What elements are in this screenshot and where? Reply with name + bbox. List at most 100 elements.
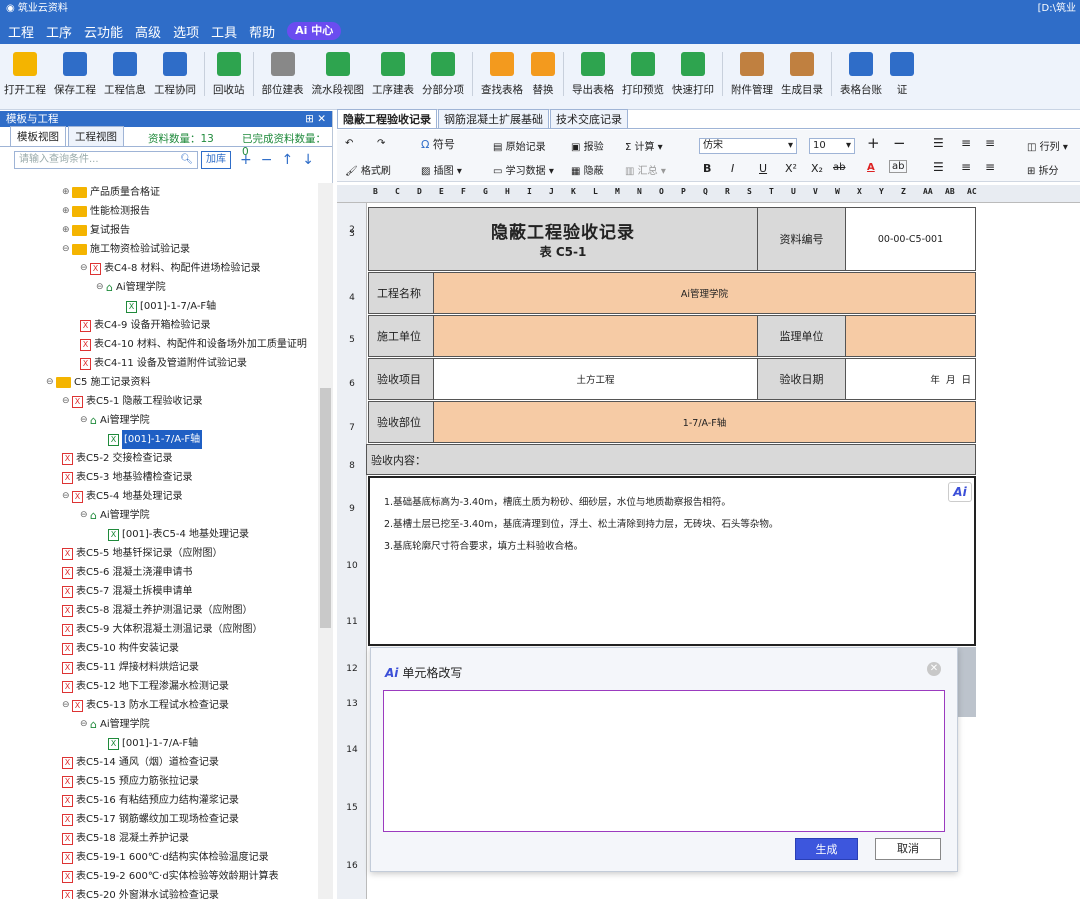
column-label[interactable]: O	[659, 187, 664, 196]
column-label[interactable]: Y	[879, 187, 884, 196]
tree-item[interactable]: X 表C5-5 地基钎探记录（应附图）	[62, 544, 223, 563]
content-cell[interactable]: 1.基础基底标高为-3.40m，槽底土质为粉砂、细砂层，水位与地质勘察报告相符。…	[368, 476, 976, 646]
tree-item[interactable]: ⊖ 施工物资检验试验记录	[62, 240, 190, 259]
search-input[interactable]: 请输入查询条件... 🔍︎	[14, 151, 198, 169]
column-label[interactable]: I	[527, 187, 532, 196]
toolbar-button-0[interactable]: 打开工程	[4, 52, 46, 97]
tree-item[interactable]: X [001]-1-7/A-F轴	[126, 297, 216, 316]
increase-font-icon[interactable]: +	[867, 134, 880, 152]
column-label[interactable]: R	[725, 187, 730, 196]
align-center-icon[interactable]: ≡	[961, 136, 971, 150]
expand-icon[interactable]: ⊕	[62, 221, 72, 240]
menu-0[interactable]: 工程	[8, 22, 34, 41]
toolbar-button-13[interactable]: 快速打印	[672, 52, 714, 97]
column-label[interactable]: L	[593, 187, 598, 196]
tree-item[interactable]: X 表C4-11 设备及管道附件试验记录	[80, 354, 247, 373]
column-label[interactable]: D	[417, 187, 422, 196]
column-label[interactable]: U	[791, 187, 796, 196]
collapse-icon[interactable]: ⊖	[62, 696, 72, 715]
menu-ai-center[interactable]: Ai 中心	[287, 22, 342, 40]
tree-item[interactable]: ⊕ 性能检测报告	[62, 202, 150, 221]
collapse-icon[interactable]: ⊖	[80, 506, 90, 525]
tree-item[interactable]: X 表C5-17 钢筋螺纹加工现场检查记录	[62, 810, 239, 829]
decrease-font-icon[interactable]: −	[893, 134, 906, 152]
doc-no-value[interactable]: 00-00-C5-001	[845, 207, 976, 271]
toolbar-button-12[interactable]: 打印预览	[622, 52, 664, 97]
tree-item[interactable]: X [001]-表C5-4 地基处理记录	[108, 525, 249, 544]
underline-button[interactable]: U	[759, 162, 767, 175]
summary-button[interactable]: ▥ 汇总 ▾	[625, 162, 666, 177]
toolbar-button-16[interactable]: 表格台账	[840, 52, 882, 97]
toolbar-button-1[interactable]: 保存工程	[54, 52, 96, 97]
toolbar-button-3[interactable]: 工程协同	[154, 52, 196, 97]
tree-item[interactable]: X 表C5-19-1 600℃·d结构实体检验温度记录	[62, 848, 269, 867]
column-label[interactable]: S	[747, 187, 752, 196]
tree-item[interactable]: X 表C4-9 设备开箱检验记录	[80, 316, 211, 335]
row-label[interactable]: 10	[337, 561, 367, 571]
tree-item[interactable]: X 表C4-10 材料、构配件和设备场外加工质量证明	[80, 335, 307, 354]
tree-item[interactable]: X [001]-1-7/A-F轴	[108, 430, 203, 449]
column-label[interactable]: Q	[703, 187, 708, 196]
report-button[interactable]: ▣ 报验	[571, 138, 604, 153]
column-label[interactable]: M	[615, 187, 620, 196]
column-label[interactable]: T	[769, 187, 774, 196]
toolbar-button-6[interactable]: 流水段视图	[312, 52, 364, 97]
tree-item[interactable]: ⊖ ⌂ Ai管理学院	[80, 715, 150, 734]
redo-icon[interactable]: ↷	[377, 138, 385, 149]
row-label[interactable]: 12	[337, 664, 367, 674]
tree-item[interactable]: X 表C5-20 外窗淋水试验检查记录	[62, 886, 219, 899]
collapse-icon[interactable]: ⊖	[62, 487, 72, 506]
column-label[interactable]: Z	[901, 187, 906, 196]
font-color-button[interactable]: A	[867, 162, 875, 173]
column-label[interactable]: C	[395, 187, 400, 196]
tree-item[interactable]: X [001]-1-7/A-F轴	[108, 734, 198, 753]
menu-4[interactable]: 选项	[173, 22, 199, 41]
expand-icon[interactable]: ⊕	[62, 202, 72, 221]
italic-button[interactable]: I	[731, 162, 734, 175]
collapse-icon[interactable]: ⊖	[62, 240, 72, 259]
add-library-button[interactable]: 加库	[201, 151, 231, 169]
split-button[interactable]: ⊞ 拆分	[1027, 162, 1059, 177]
subscript-button[interactable]: X₂	[811, 162, 823, 175]
part-value[interactable]: 1-7/A-F轴	[433, 401, 976, 443]
column-label[interactable]: AA	[923, 187, 933, 196]
column-label[interactable]: P	[681, 187, 686, 196]
menu-5[interactable]: 工具	[211, 22, 237, 41]
collapse-icon[interactable]: ⊖	[80, 715, 90, 734]
tab-project-view[interactable]: 工程视图	[68, 126, 124, 146]
menu-6[interactable]: 帮助	[249, 22, 275, 41]
tree-item[interactable]: X 表C5-8 混凝土养护测温记录（应附图）	[62, 601, 253, 620]
tree-item[interactable]: ⊖ ⌂ Ai管理学院	[96, 278, 166, 297]
row-label[interactable]: 14	[337, 745, 367, 755]
rewrite-textarea[interactable]	[383, 690, 945, 832]
tree-item[interactable]: X 表C5-6 混凝土浇灌申请书	[62, 563, 193, 582]
column-label[interactable]: F	[461, 187, 466, 196]
tree-item[interactable]: X 表C5-7 混凝土拆模申请单	[62, 582, 193, 601]
row-label[interactable]: 7	[337, 423, 367, 433]
doc-tab-0[interactable]: 隐蔽工程验收记录	[337, 109, 437, 128]
symbol-button[interactable]: Ω 符号	[421, 136, 455, 152]
superscript-button[interactable]: X²	[785, 162, 797, 175]
menu-3[interactable]: 高级	[135, 22, 161, 41]
form-title-cell[interactable]: 隐蔽工程验收记录 表 C5-1	[368, 207, 758, 271]
cancel-button[interactable]: 取消	[875, 838, 941, 860]
tree-item[interactable]: ⊖ ⌂ Ai管理学院	[80, 506, 150, 525]
valign-bottom-icon[interactable]: ≡	[985, 160, 995, 174]
close-icon[interactable]: ✕	[927, 662, 941, 676]
builder-value[interactable]	[433, 315, 758, 357]
bold-button[interactable]: B	[703, 162, 711, 175]
column-label[interactable]: G	[483, 187, 488, 196]
collapse-icon[interactable]: ⊖	[80, 411, 90, 430]
tree-item[interactable]: ⊖ X 表C5-4 地基处理记录	[62, 487, 183, 506]
original-record-button[interactable]: ▤ 原始记录	[493, 138, 546, 153]
menu-2[interactable]: 云功能	[84, 22, 123, 41]
column-label[interactable]: J	[549, 187, 554, 196]
collapse-icon[interactable]: ⊖	[46, 373, 56, 392]
tree-item[interactable]: X 表C5-16 有粘结预应力结构灌浆记录	[62, 791, 239, 810]
ai-rewrite-icon[interactable]: Ai	[948, 482, 972, 502]
hide-button[interactable]: ▦ 隐蔽	[571, 162, 604, 177]
tree-item[interactable]: X 表C5-2 交接检查记录	[62, 449, 173, 468]
row-label[interactable]: 16	[337, 861, 367, 871]
item-value[interactable]: 土方工程	[433, 358, 758, 400]
learn-data-button[interactable]: ▭ 学习数据 ▾	[493, 162, 554, 177]
